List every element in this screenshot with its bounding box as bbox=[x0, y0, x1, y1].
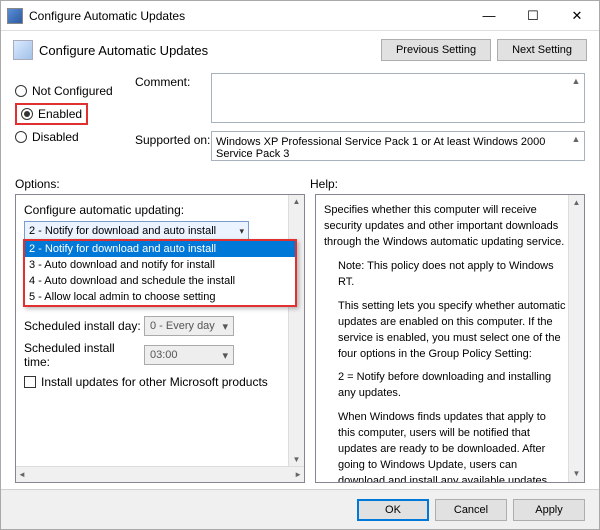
chevron-down-icon: ▾ bbox=[239, 226, 244, 237]
apply-button[interactable]: Apply bbox=[513, 499, 585, 521]
dropdown-item[interactable]: 3 - Auto download and notify for install bbox=[25, 257, 295, 273]
close-button[interactable]: ✕ bbox=[555, 1, 599, 30]
supported-on-text: Windows XP Professional Service Pack 1 o… bbox=[211, 131, 585, 161]
scroll-up-icon[interactable]: ▲ bbox=[570, 76, 582, 86]
dialog-footer: OK Cancel Apply bbox=[1, 489, 599, 529]
scheduled-time-label: Scheduled install time: bbox=[24, 341, 144, 369]
checkbox-icon bbox=[24, 376, 36, 388]
options-panel: Configure automatic updating: 2 - Notify… bbox=[15, 194, 305, 483]
dropdown-item[interactable]: 4 - Auto download and schedule the insta… bbox=[25, 273, 295, 289]
toolbar: Configure Automatic Updates Previous Set… bbox=[1, 31, 599, 69]
app-icon bbox=[7, 8, 23, 24]
policy-icon bbox=[13, 40, 33, 60]
maximize-button[interactable]: ☐ bbox=[511, 1, 555, 30]
configure-updating-label: Configure automatic updating: bbox=[24, 203, 296, 217]
help-text: This setting lets you specify whether au… bbox=[324, 299, 566, 363]
radio-not-configured[interactable]: Not Configured bbox=[15, 79, 135, 103]
options-vscrollbar[interactable]: ▲▼ bbox=[288, 195, 304, 466]
radio-enabled[interactable]: Enabled bbox=[21, 107, 82, 121]
install-other-products-checkbox[interactable]: Install updates for other Microsoft prod… bbox=[24, 375, 296, 389]
options-hscrollbar[interactable]: ◄► bbox=[16, 466, 304, 482]
help-panel: Specifies whether this computer will rec… bbox=[315, 194, 585, 483]
help-label: Help: bbox=[310, 177, 338, 191]
help-text: Specifies whether this computer will rec… bbox=[324, 203, 566, 251]
help-vscrollbar[interactable]: ▲▼ bbox=[568, 195, 584, 482]
titlebar: Configure Automatic Updates — ☐ ✕ bbox=[1, 1, 599, 31]
next-setting-button[interactable]: Next Setting bbox=[497, 39, 587, 61]
dropdown-item[interactable]: 2 - Notify for download and auto install bbox=[25, 241, 295, 257]
radio-disabled[interactable]: Disabled bbox=[15, 125, 135, 149]
help-text: 2 = Notify before downloading and instal… bbox=[324, 370, 566, 402]
scheduled-time-combo[interactable]: 03:00▾ bbox=[144, 345, 234, 365]
chevron-down-icon: ▾ bbox=[222, 349, 228, 362]
ok-button[interactable]: OK bbox=[357, 499, 429, 521]
configure-updating-dropdown: 2 - Notify for download and auto install… bbox=[23, 239, 297, 307]
comment-textarea[interactable]: ▲ bbox=[211, 73, 585, 123]
configure-updating-combo[interactable]: 2 - Notify for download and auto install… bbox=[24, 221, 249, 241]
gpo-editor-window: Configure Automatic Updates — ☐ ✕ Config… bbox=[0, 0, 600, 530]
help-text: Note: This policy does not apply to Wind… bbox=[324, 259, 566, 291]
supported-on-label: Supported on: bbox=[135, 131, 211, 161]
window-title: Configure Automatic Updates bbox=[29, 9, 467, 23]
scroll-up-icon[interactable]: ▲ bbox=[570, 134, 582, 144]
scheduled-day-combo[interactable]: 0 - Every day▾ bbox=[144, 316, 234, 336]
minimize-button[interactable]: — bbox=[467, 1, 511, 30]
chevron-down-icon: ▾ bbox=[222, 320, 228, 333]
dropdown-item[interactable]: 5 - Allow local admin to choose setting bbox=[25, 289, 295, 305]
cancel-button[interactable]: Cancel bbox=[435, 499, 507, 521]
previous-setting-button[interactable]: Previous Setting bbox=[381, 39, 491, 61]
help-text: When Windows finds updates that apply to… bbox=[324, 410, 566, 483]
comment-label: Comment: bbox=[135, 73, 211, 123]
policy-title: Configure Automatic Updates bbox=[39, 43, 375, 58]
options-label: Options: bbox=[15, 177, 310, 191]
scheduled-day-label: Scheduled install day: bbox=[24, 319, 144, 333]
state-radio-group: Not Configured Enabled Disabled bbox=[15, 73, 135, 169]
radio-enabled-highlight: Enabled bbox=[15, 103, 88, 125]
